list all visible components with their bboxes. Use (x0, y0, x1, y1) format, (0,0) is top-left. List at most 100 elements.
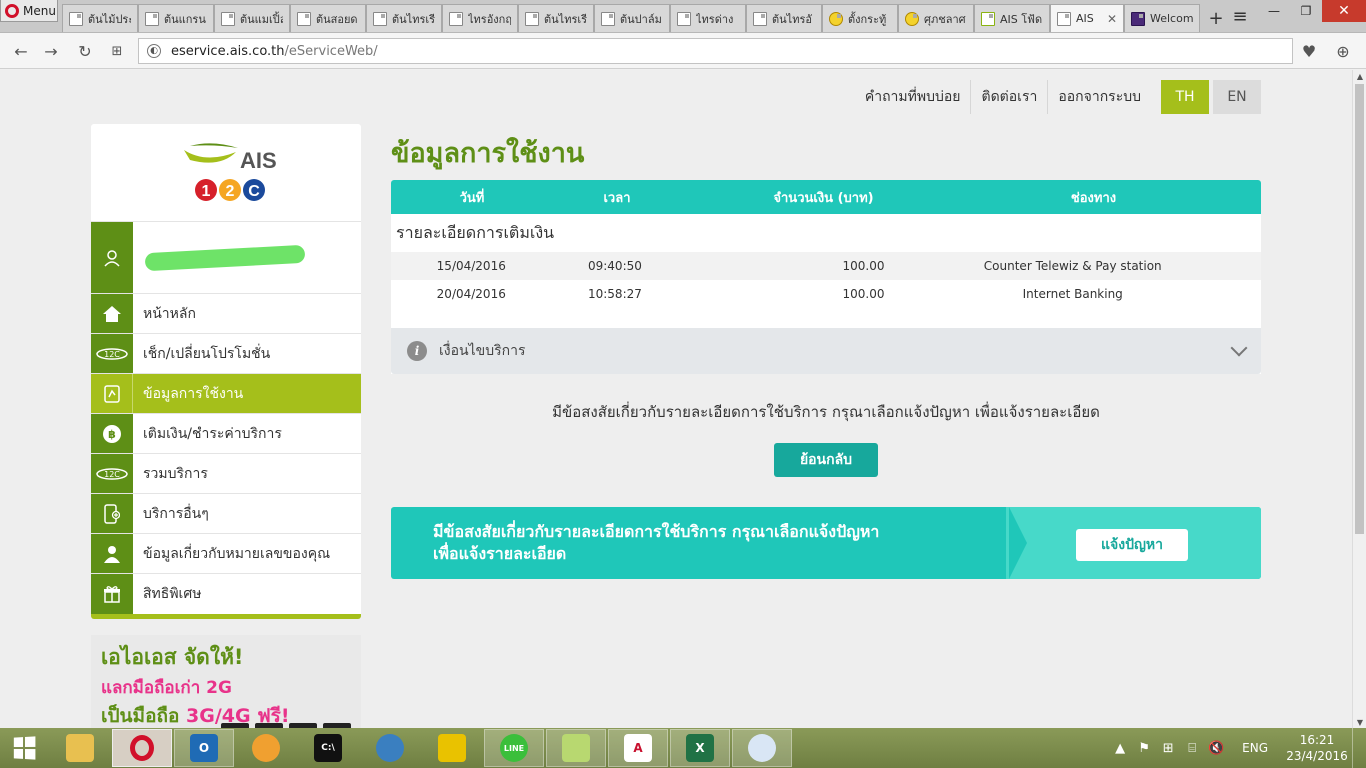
browser-tab[interactable]: ต้นไทรเรี (518, 4, 594, 32)
contact-link[interactable]: ติดต่อเรา (971, 80, 1049, 114)
faq-link[interactable]: คำถามที่พบบ่อย (855, 80, 972, 114)
col-date: วันที่ (459, 190, 485, 206)
scroll-down-icon[interactable]: ▼ (1353, 716, 1366, 728)
logout-link[interactable]: ออกจากระบบ (1048, 80, 1151, 114)
browser-tab[interactable]: AIS โฟ้ด (974, 4, 1050, 32)
address-bar: ← → ↻ ⊞ ◐ eservice.ais.co.th/eServiceWeb… (0, 33, 1366, 69)
tab-menu-icon[interactable]: ≡ (1222, 0, 1258, 33)
question-text: มีข้อสงสัยเกี่ยวกับรายละเอียดการใช้บริกา… (552, 403, 1100, 421)
scroll-up-icon[interactable]: ▲ (1353, 70, 1366, 82)
taskbar-file-explorer[interactable] (50, 729, 110, 767)
sidebar-item-usage[interactable]: ข้อมูลการใช้งาน (91, 374, 361, 414)
vertical-scrollbar[interactable]: ▲ ▼ (1352, 70, 1366, 728)
tab-label: ต้นแมเปิ้ล (240, 12, 283, 26)
folder-icon (562, 734, 590, 762)
svg-text:฿: ฿ (108, 428, 116, 441)
taskbar-browser[interactable] (236, 729, 296, 767)
sidebar-item-privileges[interactable]: สิทธิพิเศษ (91, 574, 361, 614)
download-icon[interactable]: ⊕ (1332, 40, 1354, 62)
chevron-down-icon[interactable] (1230, 339, 1248, 357)
windows-icon[interactable]: ⊞ (1156, 741, 1180, 756)
browser-tab[interactable]: ต้นปาล์ม (594, 4, 670, 32)
sidebar-item-label: ข้อมูลการใช้งาน (143, 385, 244, 402)
taskbar-paint[interactable] (732, 729, 792, 767)
smiley-icon (905, 11, 919, 26)
taskbar-messenger[interactable] (360, 729, 420, 767)
browser-tab[interactable]: ไทรอังกฤ (442, 4, 518, 32)
taskbar-pdf[interactable]: A (608, 729, 668, 767)
browser-tab[interactable]: Welcom (1124, 4, 1200, 32)
taskbar-opera[interactable] (112, 729, 172, 767)
input-language[interactable]: ENG (1228, 741, 1282, 755)
browser-tab[interactable]: ตั้งกระทู้ (822, 4, 898, 32)
action-center-icon[interactable]: ⚑ (1132, 741, 1156, 756)
browser-menu-button[interactable]: Menu (0, 0, 58, 22)
forward-arrow-icon[interactable]: → (40, 40, 62, 62)
lang-th-button[interactable]: TH (1161, 80, 1209, 114)
conditions-accordion[interactable]: i เงื่อนไขบริการ (391, 328, 1261, 374)
browser-tab[interactable]: ต้นไทรเรี (366, 4, 442, 32)
taskbar-outlook[interactable]: O (174, 729, 234, 767)
report-problem-button[interactable]: แจ้งปัญหา (1076, 529, 1188, 561)
back-arrow-icon[interactable]: ← (10, 40, 32, 62)
taskbar-cmd[interactable]: C:\ (298, 729, 358, 767)
logo-sub3: C (248, 183, 260, 200)
clock[interactable]: 16:21 23/4/2016 (1282, 732, 1352, 764)
scrollbar-thumb[interactable] (1355, 84, 1364, 534)
sidebar-item-promotion[interactable]: 12C เช็ก/เปลี่ยนโปรโมชั่น (91, 334, 361, 374)
page-icon (601, 11, 615, 26)
svg-text:12C: 12C (104, 470, 120, 479)
cell-channel: Internet Banking (1022, 287, 1123, 301)
browser-tab-active[interactable]: AIS ✕ (1050, 4, 1124, 32)
browser-tab[interactable]: ศุภชลาศ (898, 4, 974, 32)
volume-muted-icon[interactable]: 🔇 (1204, 741, 1228, 756)
reload-icon[interactable]: ↻ (74, 40, 96, 62)
banner-line2: เพื่อแจ้งรายละเอียด (433, 544, 567, 563)
promo-line3a: เป็นมือถือ (101, 705, 187, 727)
url-input[interactable]: ◐ eservice.ais.co.th/eServiceWeb/ (138, 38, 1293, 64)
window-controls: ≡ — ❐ ✕ (1222, 0, 1366, 33)
sidebar-item-other-services[interactable]: บริการอื่นๆ (91, 494, 361, 534)
tab-label: ตั้งกระทู้ (848, 12, 887, 26)
browser-tab[interactable]: ต้นสอยด (290, 4, 366, 32)
site-info-icon[interactable]: ◐ (147, 44, 161, 58)
lang-en-button[interactable]: EN (1213, 80, 1261, 114)
taskbar-app[interactable] (422, 729, 482, 767)
services-icon: 12C (91, 454, 133, 493)
tray-overflow-icon[interactable]: ▲ (1108, 741, 1132, 756)
taskbar-line[interactable]: LINE (484, 729, 544, 767)
sidebar-item-label: สิทธิพิเศษ (143, 586, 202, 602)
speed-dial-grid-icon[interactable]: ⊞ (106, 40, 128, 62)
tab-label: ต้นสอยด (316, 12, 358, 26)
info-icon: i (407, 341, 427, 361)
browser-tab[interactable]: ต้นแมเปิ้ล (214, 4, 290, 32)
minimize-icon[interactable]: — (1258, 0, 1290, 22)
close-tab-icon[interactable]: ✕ (1107, 12, 1117, 26)
close-window-icon[interactable]: ✕ (1322, 0, 1366, 22)
main-content: ข้อมูลการใช้งาน วันที่ เวลา จำนวนเงิน (บ… (391, 124, 1261, 579)
restore-icon[interactable]: ❐ (1290, 0, 1322, 22)
taskbar-excel[interactable]: X (670, 729, 730, 767)
network-icon[interactable]: ⌸ (1180, 741, 1204, 756)
sidebar-item-topup[interactable]: ฿ เติมเงิน/ชำระค่าบริการ (91, 414, 361, 454)
browser-tab[interactable]: ไทรด่าง (670, 4, 746, 32)
gift-icon (91, 574, 133, 614)
taskbar-folder[interactable] (546, 729, 606, 767)
back-button[interactable]: ย้อนกลับ (774, 443, 878, 477)
browser-tab[interactable]: ต้นแกรน (138, 4, 214, 32)
cell-time: 10:58:27 (587, 287, 642, 301)
promo-banner[interactable]: เอไอเอส จัดให้! แลกมือถือเก่า 2G เป็นมือ… (91, 635, 361, 728)
browser-tab[interactable]: ต้นไม้ประ (62, 4, 138, 32)
heart-bookmark-icon[interactable]: ♥ (1298, 40, 1320, 62)
start-button[interactable] (0, 728, 48, 768)
app-icon (438, 734, 466, 762)
line-icon: LINE (500, 734, 528, 762)
browser-tab[interactable]: ต้นไทรอั (746, 4, 822, 32)
show-desktop-button[interactable] (1352, 728, 1366, 768)
sidebar-item-home[interactable]: หน้าหลัก (91, 294, 361, 334)
ais-12c-logo[interactable]: AIS 1 2 C (91, 124, 361, 222)
sidebar-item-services[interactable]: 12C รวมบริการ (91, 454, 361, 494)
outlook-icon: O (190, 734, 218, 762)
tab-label: ไทรด่าง (696, 12, 734, 26)
sidebar-item-my-number[interactable]: ข้อมูลเกี่ยวกับหมายเลขของคุณ (91, 534, 361, 574)
